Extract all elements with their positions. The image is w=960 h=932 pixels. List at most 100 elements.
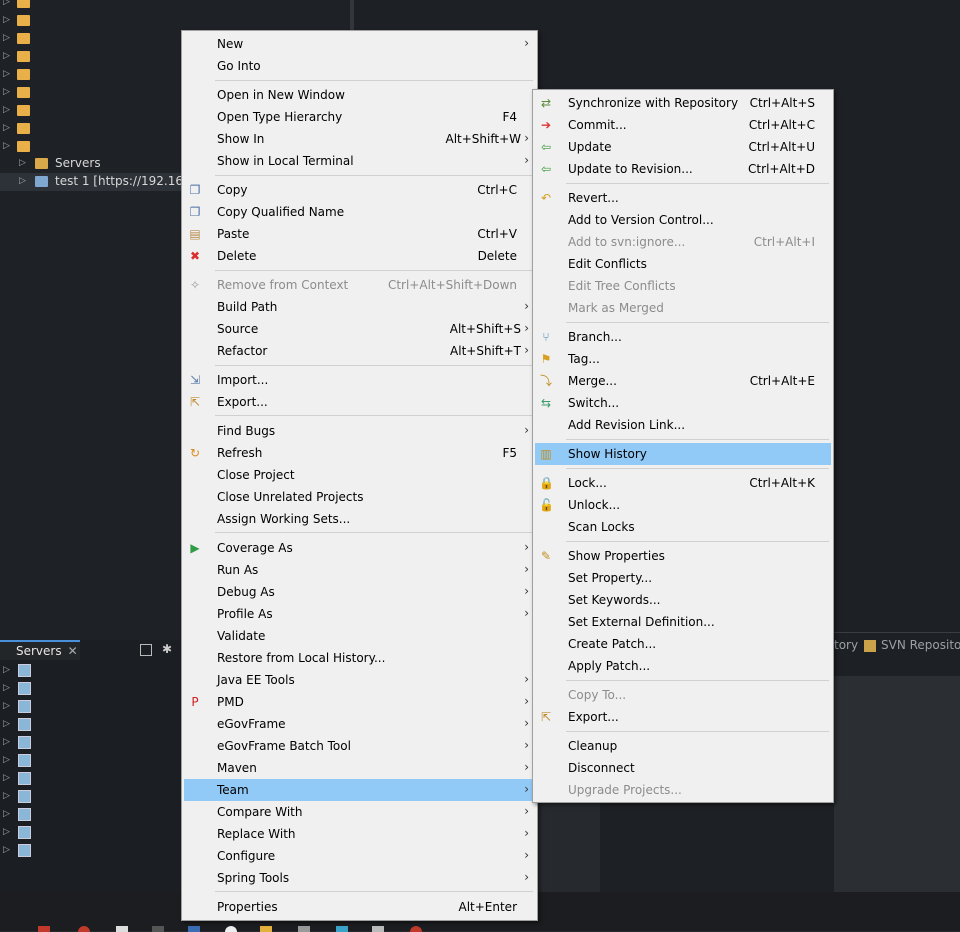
taskbar-app-icon[interactable] xyxy=(260,926,272,932)
tree-item[interactable]: ▷ xyxy=(0,12,350,30)
expand-arrow-icon[interactable]: ▷ xyxy=(3,105,10,115)
menu-item-export[interactable]: ⇱ Export... xyxy=(184,391,535,413)
team-item-revert[interactable]: ↶ Revert... xyxy=(535,187,831,209)
expand-arrow-icon[interactable]: ▷ xyxy=(3,791,10,801)
server-row[interactable]: ▷ xyxy=(0,770,185,788)
menu-item-go-into[interactable]: Go Into xyxy=(184,55,535,77)
team-item-update-to-revision[interactable]: ⇦ Update to Revision... Ctrl+Alt+D xyxy=(535,158,831,180)
menu-item-new[interactable]: New › xyxy=(184,33,535,55)
taskbar-app-icon[interactable] xyxy=(225,926,237,932)
menu-item-show-in[interactable]: Show In Alt+Shift+W › xyxy=(184,128,535,150)
menu-item-egovframe-batch-tool[interactable]: eGovFrame Batch Tool › xyxy=(184,735,535,757)
server-row[interactable]: ▷ xyxy=(0,680,185,698)
server-row[interactable]: ▷ xyxy=(0,698,185,716)
menu-item-refresh[interactable]: ↻ Refresh F5 xyxy=(184,442,535,464)
team-item-switch[interactable]: ⇆ Switch... xyxy=(535,392,831,414)
expand-arrow-icon[interactable]: ▷ xyxy=(19,158,26,168)
team-item-unlock[interactable]: 🔓 Unlock... xyxy=(535,494,831,516)
expand-arrow-icon[interactable]: ▷ xyxy=(19,176,26,186)
server-row[interactable]: ▷ xyxy=(0,734,185,752)
menu-item-maven[interactable]: Maven › xyxy=(184,757,535,779)
menu-item-refactor[interactable]: Refactor Alt+Shift+T › xyxy=(184,340,535,362)
menu-item-properties[interactable]: Properties Alt+Enter xyxy=(184,896,535,918)
team-item-add-to-version-control[interactable]: Add to Version Control... xyxy=(535,209,831,231)
expand-arrow-icon[interactable]: ▷ xyxy=(3,15,10,25)
team-item-branch[interactable]: ⑂ Branch... xyxy=(535,326,831,348)
tab-svn-repository[interactable]: SVN Repositor xyxy=(881,638,960,652)
menu-item-profile-as[interactable]: Profile As › xyxy=(184,603,535,625)
team-item-set-external-definition[interactable]: Set External Definition... xyxy=(535,611,831,633)
menu-item-restore-from-local-history[interactable]: Restore from Local History... xyxy=(184,647,535,669)
expand-arrow-icon[interactable]: ▷ xyxy=(3,69,10,79)
server-row[interactable]: ▷ xyxy=(0,806,185,824)
menu-item-compare-with[interactable]: Compare With › xyxy=(184,801,535,823)
menu-item-close-project[interactable]: Close Project xyxy=(184,464,535,486)
expand-arrow-icon[interactable]: ▷ xyxy=(3,845,10,855)
menu-item-import[interactable]: ⇲ Import... xyxy=(184,369,535,391)
menu-item-team[interactable]: Team › xyxy=(184,779,535,801)
expand-arrow-icon[interactable]: ▷ xyxy=(3,0,10,7)
taskbar-app-icon[interactable] xyxy=(116,926,128,932)
team-item-upgrade-projects[interactable]: Upgrade Projects... xyxy=(535,779,831,801)
servers-tab[interactable]: Servers ✕ xyxy=(0,640,80,660)
server-row[interactable]: ▷ xyxy=(0,752,185,770)
team-item-mark-as-merged[interactable]: Mark as Merged xyxy=(535,297,831,319)
menu-item-open-type-hierarchy[interactable]: Open Type Hierarchy F4 xyxy=(184,106,535,128)
server-row[interactable]: ▷ xyxy=(0,824,185,842)
menu-item-validate[interactable]: Validate xyxy=(184,625,535,647)
team-item-scan-locks[interactable]: Scan Locks xyxy=(535,516,831,538)
menu-item-run-as[interactable]: Run As › xyxy=(184,559,535,581)
expand-arrow-icon[interactable]: ▷ xyxy=(3,827,10,837)
menu-item-java-ee-tools[interactable]: Java EE Tools › xyxy=(184,669,535,691)
expand-arrow-icon[interactable]: ▷ xyxy=(3,701,10,711)
team-item-add-revision-link[interactable]: Add Revision Link... xyxy=(535,414,831,436)
expand-arrow-icon[interactable]: ▷ xyxy=(3,33,10,43)
team-item-export[interactable]: ⇱ Export... xyxy=(535,706,831,728)
menu-item-remove-from-context[interactable]: ✧ Remove from Context Ctrl+Alt+Shift+Down xyxy=(184,274,535,296)
menu-item-copy[interactable]: ❐ Copy Ctrl+C xyxy=(184,179,535,201)
menu-item-spring-tools[interactable]: Spring Tools › xyxy=(184,867,535,889)
team-item-set-keywords[interactable]: Set Keywords... xyxy=(535,589,831,611)
taskbar-app-icon[interactable] xyxy=(410,926,422,932)
team-item-commit[interactable]: ➔ Commit... Ctrl+Alt+C xyxy=(535,114,831,136)
team-item-tag[interactable]: ⚑ Tag... xyxy=(535,348,831,370)
team-item-merge[interactable]: ⤵ Merge... Ctrl+Alt+E xyxy=(535,370,831,392)
server-row[interactable]: ▷ xyxy=(0,788,185,806)
team-item-update[interactable]: ⇦ Update Ctrl+Alt+U xyxy=(535,136,831,158)
team-item-synchronize-with-repository[interactable]: ⇄ Synchronize with Repository Ctrl+Alt+S xyxy=(535,92,831,114)
expand-arrow-icon[interactable]: ▷ xyxy=(3,809,10,819)
menu-item-replace-with[interactable]: Replace With › xyxy=(184,823,535,845)
minimize-icon[interactable] xyxy=(140,644,152,656)
menu-item-pmd[interactable]: P PMD › xyxy=(184,691,535,713)
menu-item-build-path[interactable]: Build Path › xyxy=(184,296,535,318)
expand-arrow-icon[interactable]: ▷ xyxy=(3,665,10,675)
menu-item-debug-as[interactable]: Debug As › xyxy=(184,581,535,603)
taskbar-app-icon[interactable] xyxy=(78,926,90,932)
taskbar-app-icon[interactable] xyxy=(336,926,348,932)
taskbar-app-icon[interactable] xyxy=(372,926,384,932)
menu-item-assign-working-sets[interactable]: Assign Working Sets... xyxy=(184,508,535,530)
menu-item-show-in-local-terminal[interactable]: Show in Local Terminal › xyxy=(184,150,535,172)
expand-arrow-icon[interactable]: ▷ xyxy=(3,683,10,693)
tab-history[interactable]: tory xyxy=(834,638,858,652)
taskbar-app-icon[interactable] xyxy=(298,926,310,932)
team-item-edit-conflicts[interactable]: Edit Conflicts xyxy=(535,253,831,275)
team-item-cleanup[interactable]: Cleanup xyxy=(535,735,831,757)
server-row[interactable]: ▷ xyxy=(0,716,185,734)
team-item-set-property[interactable]: Set Property... xyxy=(535,567,831,589)
expand-arrow-icon[interactable]: ▷ xyxy=(3,755,10,765)
bug-icon[interactable]: ✱ xyxy=(162,642,172,656)
expand-arrow-icon[interactable]: ▷ xyxy=(3,87,10,97)
server-row[interactable]: ▷ xyxy=(0,842,185,860)
expand-arrow-icon[interactable]: ▷ xyxy=(3,737,10,747)
menu-item-open-in-new-window[interactable]: Open in New Window xyxy=(184,84,535,106)
menu-item-configure[interactable]: Configure › xyxy=(184,845,535,867)
expand-arrow-icon[interactable]: ▷ xyxy=(3,719,10,729)
taskbar-app-icon[interactable] xyxy=(38,926,50,932)
menu-item-egovframe[interactable]: eGovFrame › xyxy=(184,713,535,735)
expand-arrow-icon[interactable]: ▷ xyxy=(3,141,10,151)
expand-arrow-icon[interactable]: ▷ xyxy=(3,51,10,61)
team-item-lock[interactable]: 🔒 Lock... Ctrl+Alt+K xyxy=(535,472,831,494)
team-item-add-to-svn-ignore[interactable]: Add to svn:ignore... Ctrl+Alt+I xyxy=(535,231,831,253)
team-item-apply-patch[interactable]: Apply Patch... xyxy=(535,655,831,677)
